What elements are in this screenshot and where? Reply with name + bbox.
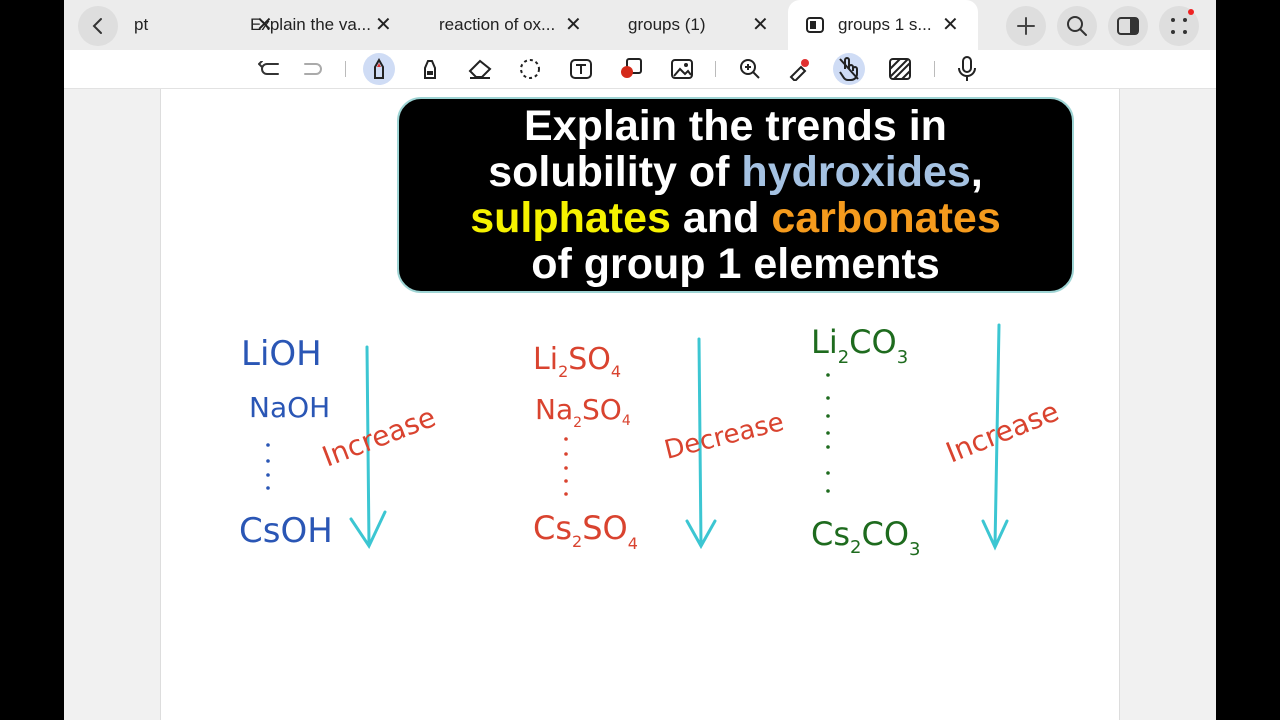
handwritten-notes: LiOH NaOH CsOH Increase Li2SO4 Na2SO4 Cs… bbox=[239, 323, 1063, 560]
close-icon[interactable]: ✕ bbox=[565, 12, 582, 37]
zoom-in-icon bbox=[740, 59, 760, 79]
back-button[interactable] bbox=[78, 6, 118, 46]
sulphate-li2so4: Li2SO4 bbox=[533, 342, 621, 381]
touch-draw-toggle-button[interactable] bbox=[833, 53, 865, 85]
highlighter-tool-button[interactable] bbox=[414, 53, 446, 85]
chevron-left-icon bbox=[92, 18, 102, 34]
undo-button[interactable] bbox=[254, 53, 286, 85]
tab-reaction[interactable]: reaction of ox... ✕ bbox=[439, 0, 599, 50]
hydroxides-trend-label: Increase bbox=[318, 400, 440, 473]
carbonates-column: Li2CO3 Cs2CO3 bbox=[811, 323, 920, 560]
tab-groups-1[interactable]: groups (1) ✕ bbox=[628, 0, 788, 50]
eraser-tool-button[interactable] bbox=[464, 53, 496, 85]
tab-label: pt bbox=[134, 15, 149, 34]
more-options-button[interactable] bbox=[1159, 6, 1199, 46]
note-canvas[interactable]: Explain the trends in solubility of hydr… bbox=[64, 89, 1216, 720]
search-icon bbox=[1067, 16, 1087, 36]
ellipsis-dots bbox=[564, 437, 568, 496]
carbonates-trend-label: Increase bbox=[941, 395, 1063, 470]
image-tool-button[interactable] bbox=[666, 53, 698, 85]
toolbar-divider bbox=[715, 61, 716, 77]
eraser-icon bbox=[468, 59, 492, 79]
ellipsis-dots bbox=[826, 373, 830, 493]
zoom-tool-button[interactable] bbox=[734, 53, 766, 85]
notes-app-window: pt ✕ Explain the va... ✕ reaction of ox.… bbox=[64, 0, 1216, 720]
hydroxide-csoh: CsOH bbox=[239, 511, 333, 551]
redo-button[interactable] bbox=[297, 53, 329, 85]
highlighter-icon bbox=[424, 60, 436, 79]
tab-explain[interactable]: Explain the va... ✕ bbox=[250, 0, 410, 50]
tab-bar: pt ✕ Explain the va... ✕ reaction of ox.… bbox=[64, 0, 1216, 50]
notification-dot-icon bbox=[1188, 9, 1194, 15]
lasso-icon bbox=[520, 59, 540, 79]
redo-icon bbox=[304, 63, 322, 75]
sulphate-cs2so4: Cs2SO4 bbox=[533, 509, 638, 553]
text-tool-button[interactable] bbox=[565, 53, 597, 85]
microphone-button[interactable] bbox=[951, 53, 983, 85]
hydroxide-naoh: NaOH bbox=[249, 391, 330, 424]
shapes-icon bbox=[621, 58, 642, 78]
carbonate-cs2co3: Cs2CO3 bbox=[811, 515, 920, 560]
tab-label: reaction of ox... bbox=[439, 15, 556, 34]
ellipsis-dots bbox=[266, 443, 270, 490]
close-icon[interactable]: ✕ bbox=[375, 12, 392, 37]
sulphates-trend-label: Decrease bbox=[661, 407, 787, 466]
pen-icon bbox=[374, 58, 384, 79]
laser-pointer-icon bbox=[789, 59, 809, 81]
sidebar-icon bbox=[1117, 17, 1139, 35]
sulphate-na2so4: Na2SO4 bbox=[535, 393, 631, 431]
tab-label: groups 1 s... bbox=[838, 15, 932, 34]
tab-label: Explain the va... bbox=[250, 15, 371, 34]
text-box-icon bbox=[570, 59, 592, 79]
toolbar-divider bbox=[345, 61, 346, 77]
note-page[interactable]: Explain the trends in solubility of hydr… bbox=[160, 89, 1120, 720]
plus-icon bbox=[1017, 17, 1035, 35]
carbonate-li2co3: Li2CO3 bbox=[811, 323, 908, 368]
close-icon[interactable]: ✕ bbox=[942, 12, 959, 37]
toolbar-divider bbox=[934, 61, 935, 77]
microphone-icon bbox=[958, 56, 976, 81]
document-icon bbox=[806, 17, 824, 33]
hand-touch-icon bbox=[839, 57, 859, 81]
search-button[interactable] bbox=[1057, 6, 1097, 46]
lasso-tool-button[interactable] bbox=[514, 53, 546, 85]
undo-icon bbox=[258, 61, 279, 75]
hydroxide-lioh: LiOH bbox=[241, 334, 322, 374]
tab-label: groups (1) bbox=[628, 15, 706, 34]
laser-pointer-button[interactable] bbox=[783, 53, 815, 85]
annotation-toolbar bbox=[64, 50, 1216, 89]
image-icon bbox=[671, 59, 693, 79]
page-background-button[interactable] bbox=[884, 53, 916, 85]
tab-groups-1-s[interactable]: groups 1 s... ✕ bbox=[788, 0, 978, 50]
pen-tool-button[interactable] bbox=[363, 53, 395, 85]
sidebar-toggle-button[interactable] bbox=[1108, 6, 1148, 46]
hatch-pattern-icon bbox=[889, 58, 911, 80]
new-tab-button[interactable] bbox=[1006, 6, 1046, 46]
shape-tool-button[interactable] bbox=[615, 53, 647, 85]
sulphates-column: Li2SO4 Na2SO4 Cs2SO4 bbox=[533, 342, 638, 553]
close-icon[interactable]: ✕ bbox=[752, 12, 769, 37]
more-grid-icon bbox=[1171, 18, 1187, 34]
